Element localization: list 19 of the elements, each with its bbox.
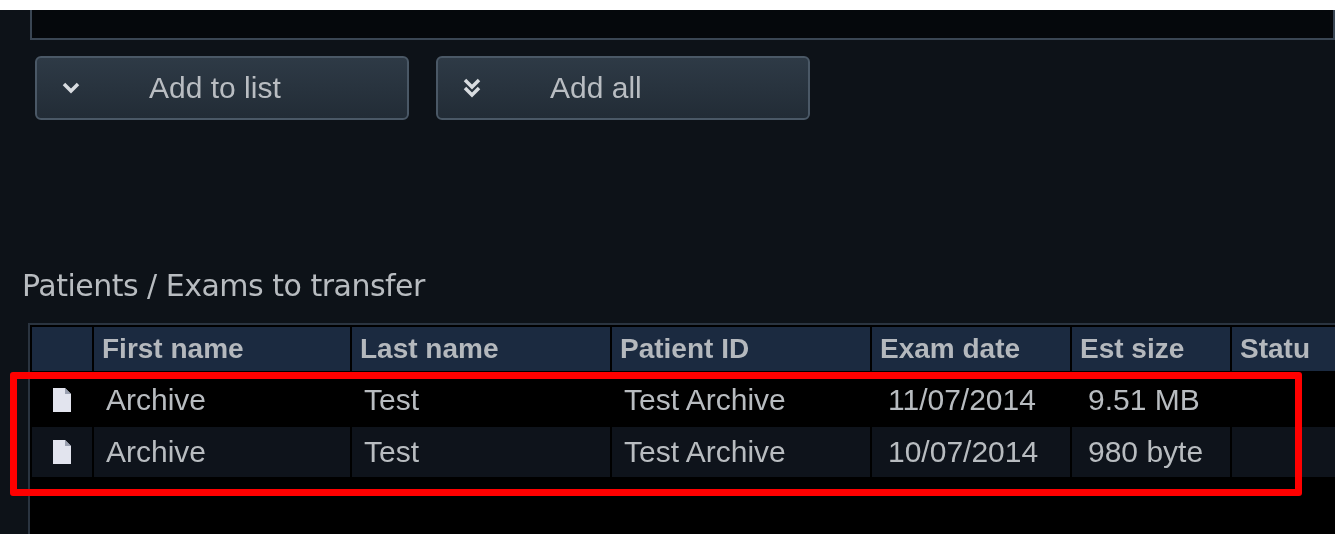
column-header[interactable]: Last name — [352, 327, 610, 371]
column-header[interactable]: Exam date — [872, 327, 1070, 371]
column-header — [32, 327, 92, 371]
document-icon — [52, 387, 72, 413]
column-header[interactable]: Statu — [1232, 327, 1335, 371]
table-cell: 980 byte — [1072, 427, 1230, 477]
add-button[interactable]: Add to list — [35, 56, 409, 120]
document-icon — [52, 439, 72, 465]
column-header[interactable]: First name — [94, 327, 350, 371]
column-header[interactable]: Patient ID — [612, 327, 870, 371]
table-cell: Archive — [94, 427, 350, 477]
column-header[interactable]: Est size — [1072, 327, 1230, 371]
table-cell: Test — [352, 427, 610, 477]
chevron-down-icon — [61, 81, 81, 95]
double-chevron-down-icon — [462, 77, 482, 99]
section-title: Patients / Exams to transfer — [22, 268, 427, 303]
table-cell: Test Archive — [612, 427, 870, 477]
table-cell: 10/07/2014 — [872, 427, 1070, 477]
add-button[interactable]: Add all — [436, 56, 810, 120]
